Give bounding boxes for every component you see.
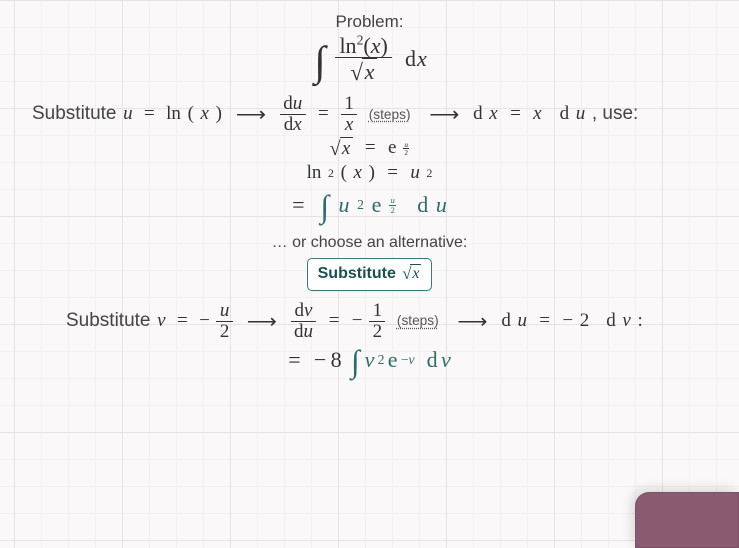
steps-link-2[interactable]: (steps)	[397, 313, 439, 329]
result-integral-u: = ∫ u2e u 2 du	[28, 191, 711, 220]
alternative-label: … or choose an alternative:	[28, 234, 711, 252]
substitution-v-line: Substitute v = − u 2 ⟶ dv du = − 1 2 (st…	[28, 301, 711, 342]
substitute-sqrt-x-button[interactable]: Substitute √x	[307, 258, 433, 292]
problem-heading: Problem:	[28, 12, 711, 32]
substitute-label-v: Substitute	[66, 310, 151, 333]
substitution-u-line: Substitute u = ln(x) ⟶ du dx = 1 x (step…	[28, 94, 711, 135]
result-integral-v: = −8 ∫ v2e−v dv	[28, 346, 711, 375]
problem-integral: ∫ ln2(x) √x dx	[28, 34, 711, 84]
identity-line-1: √x = e u 2	[28, 137, 711, 160]
substitute-label: Substitute	[32, 103, 117, 126]
identity-line-2: ln2(x) = u2	[28, 162, 711, 185]
btn-label: Substitute	[318, 265, 396, 283]
steps-link-1[interactable]: (steps)	[369, 107, 411, 123]
corner-widget[interactable]	[635, 492, 739, 548]
